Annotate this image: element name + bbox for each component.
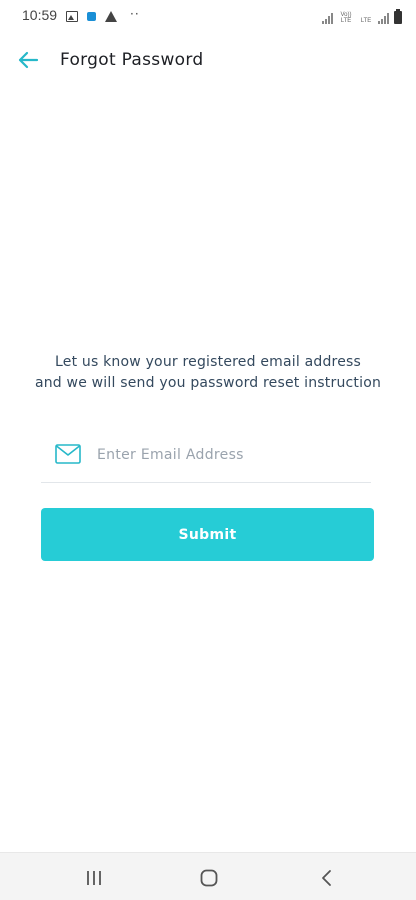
system-icons: Vo)) LTE LTE [322, 8, 402, 24]
nav-back-button[interactable] [306, 865, 346, 891]
back-icon [322, 870, 331, 886]
submit-button[interactable]: Submit [41, 508, 374, 561]
status-time: 10:59 [22, 7, 58, 23]
recent-apps-icon [87, 871, 101, 885]
bag-icon [87, 11, 96, 21]
email-input[interactable] [97, 440, 367, 470]
warning-icon [105, 10, 117, 22]
volte-icon: Vo)) LTE [340, 12, 352, 24]
battery-icon [394, 9, 402, 24]
mail-icon [55, 444, 81, 464]
more-dots-icon: ·· [130, 7, 140, 21]
signal-icon [322, 12, 333, 24]
arrow-left-icon [18, 51, 39, 69]
recent-apps-button[interactable] [74, 865, 114, 891]
navigation-bar [0, 852, 416, 900]
instruction-text: Let us know your registered email addres… [20, 352, 396, 394]
status-bar: 10:59 ·· Vo)) LTE LTE [0, 0, 416, 32]
page-title: Forgot Password [60, 50, 204, 70]
instruction-line-2: and we will send you password reset inst… [34, 375, 382, 391]
app-bar: Forgot Password [0, 38, 416, 84]
image-icon [66, 10, 78, 22]
lte-icon: LTE [360, 18, 372, 24]
back-button[interactable] [12, 46, 44, 74]
signal-icon-2 [378, 12, 389, 24]
home-button[interactable] [189, 865, 229, 891]
instruction-line-1: Let us know your registered email addres… [55, 354, 361, 370]
notification-icons: ·· [66, 7, 140, 24]
home-icon [200, 869, 218, 887]
email-field [41, 432, 371, 483]
